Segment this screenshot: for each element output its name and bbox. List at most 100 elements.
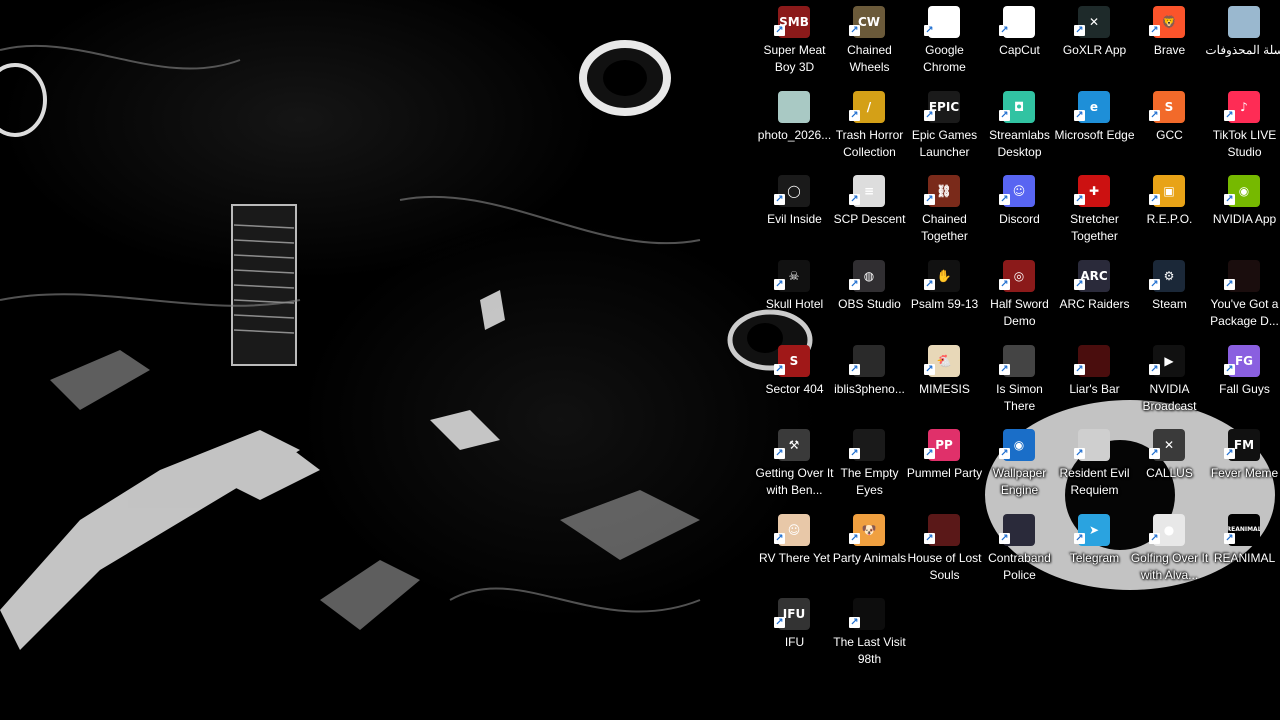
shortcut-arrow-icon: ↗: [1149, 448, 1160, 459]
desktop-icon[interactable]: ↗ Google Chrome: [907, 2, 982, 86]
desktop-icon[interactable]: ✂ ↗ CapCut: [982, 2, 1057, 86]
desktop-icon[interactable]: 🐶 ↗ Party Animals: [832, 510, 907, 594]
desktop-icon[interactable]: REANIMAL ↗ REANIMAL: [1207, 510, 1280, 594]
desktop-icon[interactable]: ARC ↗ ARC Raiders: [1057, 256, 1132, 340]
desktop-icon[interactable]: EPIC ↗ Epic Games Launcher: [907, 87, 982, 171]
desktop-icon[interactable]: ✋ ↗ Psalm 59-13: [907, 256, 982, 340]
shortcut-arrow-icon: ↗: [999, 533, 1010, 544]
desktop-icon[interactable]: IFU ↗ IFU: [757, 594, 832, 678]
desktop-icon[interactable]: ↗ The Last Visit 98th: [832, 594, 907, 678]
desktop-icon[interactable]: e ↗ Microsoft Edge: [1054, 87, 1135, 171]
shortcut-arrow-icon: ↗: [924, 194, 935, 205]
desktop-icon[interactable]: ◉ ↗ Wallpaper Engine: [982, 425, 1057, 509]
desktop-icon-label: Discord: [999, 212, 1040, 226]
shortcut-arrow-icon: ↗: [849, 110, 860, 121]
desktop-icon[interactable]: ↗ Resident Evil Requiem: [1057, 425, 1132, 509]
desktop-icon[interactable]: ≡ ↗ SCP Descent: [832, 171, 907, 255]
desktop-icon-label: OBS Studio: [838, 297, 901, 311]
shortcut-arrow-icon: ↗: [1149, 279, 1160, 290]
desktop-icon-label: Google Chrome: [923, 43, 966, 74]
shortcut-arrow-icon: ↗: [999, 194, 1010, 205]
shortcut-arrow-icon: ↗: [1074, 364, 1085, 375]
shortcut-arrow-icon: ↗: [1224, 448, 1235, 459]
desktop-icon[interactable]: ↗ House of Lost Souls: [907, 510, 982, 594]
desktop-icon[interactable]: / ↗ Trash Horror Collection: [832, 87, 907, 171]
shortcut-arrow-icon: ↗: [1149, 25, 1160, 36]
desktop-icon[interactable]: 🐔 ↗ MIMESIS: [907, 341, 982, 425]
desktop-icon[interactable]: ▣ ↗ R.E.P.O.: [1132, 171, 1207, 255]
desktop-icon-label: MIMESIS: [919, 382, 970, 396]
shortcut-arrow-icon: ↗: [1149, 110, 1160, 121]
desktop-icon[interactable]: ➤ ↗ Telegram: [1057, 510, 1132, 594]
desktop-icon-label: TikTok LIVE Studio: [1212, 128, 1277, 159]
shortcut-arrow-icon: ↗: [999, 279, 1010, 290]
desktop-icon-label: RV There Yet: [759, 551, 830, 565]
desktop-icon-label: GoXLR App: [1062, 43, 1127, 57]
desktop-icon[interactable]: سلة المحذوفات: [1205, 2, 1280, 86]
shortcut-arrow-icon: ↗: [849, 617, 860, 628]
recycle-bin-icon: [1228, 6, 1260, 38]
desktop-icon[interactable]: ☺ ↗ RV There Yet: [757, 510, 832, 594]
desktop-icon[interactable]: ◎ ↗ Half Sword Demo: [982, 256, 1057, 340]
shortcut-arrow-icon: ↗: [1074, 194, 1085, 205]
shortcut-arrow-icon: ↗: [849, 279, 860, 290]
desktop-icon[interactable]: ↗ Contraband Police: [982, 510, 1057, 594]
desktop-icon[interactable]: ✚ ↗ Stretcher Together: [1057, 171, 1132, 255]
desktop-icon-label: Half Sword Demo: [990, 297, 1049, 328]
desktop-icon[interactable]: ☺ ↗ Discord: [982, 171, 1057, 255]
desktop-icon[interactable]: ◉ ↗ NVIDIA App: [1207, 171, 1280, 255]
desktop-icon-label: Epic Games Launcher: [911, 128, 978, 159]
desktop-icon-label: IFU: [784, 635, 805, 649]
shortcut-arrow-icon: ↗: [849, 448, 860, 459]
desktop-icon[interactable]: PP ↗ Pummel Party: [907, 425, 982, 509]
desktop-icon[interactable]: ✕ ↗ CALLUS: [1132, 425, 1207, 509]
shortcut-arrow-icon: ↗: [774, 194, 785, 205]
desktop-icon[interactable]: S ↗ Sector 404: [757, 341, 832, 425]
desktop-icon[interactable]: ⚒ ↗ Getting Over It with Ben...: [755, 425, 834, 509]
desktop-icon[interactable]: ◘ ↗ Streamlabs Desktop: [982, 87, 1057, 171]
shortcut-arrow-icon: ↗: [849, 364, 860, 375]
desktop-icon[interactable]: FG ↗ Fall Guys: [1207, 341, 1280, 425]
shortcut-arrow-icon: ↗: [1074, 25, 1085, 36]
desktop-icon-label: Super Meat Boy 3D: [763, 43, 826, 74]
desktop-icon-label: Trash Horror Collection: [835, 128, 904, 159]
icon-glyph: [778, 91, 810, 123]
desktop-icon[interactable]: S ↗ GCC: [1132, 87, 1207, 171]
desktop-icon[interactable]: ● ↗ Golfing Over It with Alva...: [1131, 510, 1208, 594]
desktop-icon-label: ARC Raiders: [1059, 297, 1130, 311]
desktop-icon[interactable]: ⛓ ↗ Chained Together: [907, 171, 982, 255]
shortcut-arrow-icon: ↗: [924, 25, 935, 36]
desktop-icon[interactable]: photo_2026...: [757, 87, 832, 171]
desktop-icon[interactable]: ↗ Is Simon There: [982, 341, 1057, 425]
icon-glyph: [1228, 6, 1260, 38]
desktop-icon[interactable]: ☠ ↗ Skull Hotel: [757, 256, 832, 340]
shortcut-arrow-icon: ↗: [999, 25, 1010, 36]
shortcut-arrow-icon: ↗: [1149, 194, 1160, 205]
desktop-icon[interactable]: ▶ ↗ NVIDIA Broadcast: [1132, 341, 1207, 425]
shortcut-arrow-icon: ↗: [774, 279, 785, 290]
desktop-icon-label: The Last Visit 98th: [833, 635, 906, 666]
desktop-icon[interactable]: SMB ↗ Super Meat Boy 3D: [757, 2, 832, 86]
desktop-icon[interactable]: CW ↗ Chained Wheels: [832, 2, 907, 86]
shortcut-arrow-icon: ↗: [1074, 279, 1085, 290]
desktop-icon[interactable]: FM ↗ Fever Meme: [1207, 425, 1280, 509]
desktop-icon[interactable]: ◯ ↗ Evil Inside: [757, 171, 832, 255]
desktop-icon[interactable]: ↗ You've Got a Package D...: [1207, 256, 1280, 340]
desktop-icon-label: CALLUS: [1146, 466, 1193, 480]
desktop-icon-label: Chained Together: [921, 212, 968, 243]
desktop-icon[interactable]: ↗ Liar's Bar: [1057, 341, 1132, 425]
desktop-icon-label: Is Simon There: [996, 382, 1043, 413]
desktop-icon[interactable]: ♪ ↗ TikTok LIVE Studio: [1207, 87, 1280, 171]
desktop-icon[interactable]: ✕ ↗ GoXLR App: [1057, 2, 1132, 86]
desktop-icon[interactable]: 🦁 ↗ Brave: [1132, 2, 1207, 86]
shortcut-arrow-icon: ↗: [924, 364, 935, 375]
shortcut-arrow-icon: ↗: [999, 364, 1010, 375]
desktop-icon[interactable]: ↗ iblis3pheno...: [832, 341, 907, 425]
desktop-icon[interactable]: ⚙ ↗ Steam: [1132, 256, 1207, 340]
desktop-icon-label: iblis3pheno...: [834, 382, 905, 396]
shortcut-arrow-icon: ↗: [774, 364, 785, 375]
desktop-icon[interactable]: ↗ The Empty Eyes: [832, 425, 907, 509]
desktop-icon-label: Telegram: [1069, 551, 1120, 565]
desktop-icon[interactable]: ◍ ↗ OBS Studio: [832, 256, 907, 340]
desktop-icon-label: Contraband Police: [988, 551, 1051, 582]
